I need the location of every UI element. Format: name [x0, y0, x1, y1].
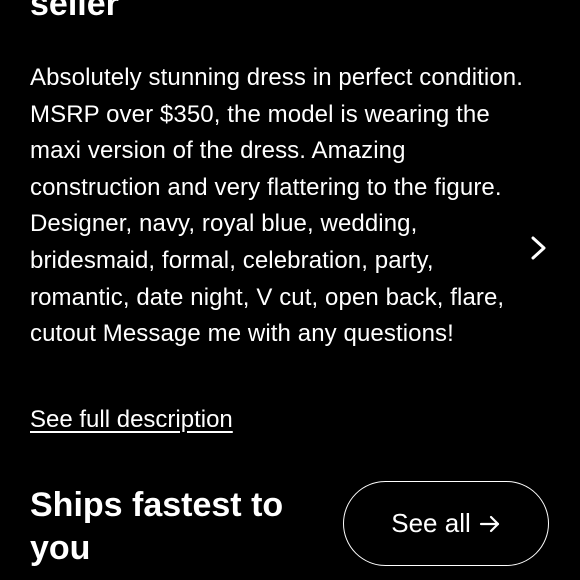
section-title-seller: seller [30, 0, 119, 23]
see-all-button[interactable]: See all [343, 481, 549, 566]
see-all-label: See all [391, 508, 471, 538]
ships-fastest-title: Ships fastest to you [30, 486, 284, 567]
see-full-description-link[interactable]: See full description [30, 402, 233, 438]
chevron-right-icon[interactable] [525, 234, 553, 262]
arrow-right-icon [479, 515, 499, 532]
item-description: Absolutely stunning dress in perfect con… [30, 64, 523, 348]
